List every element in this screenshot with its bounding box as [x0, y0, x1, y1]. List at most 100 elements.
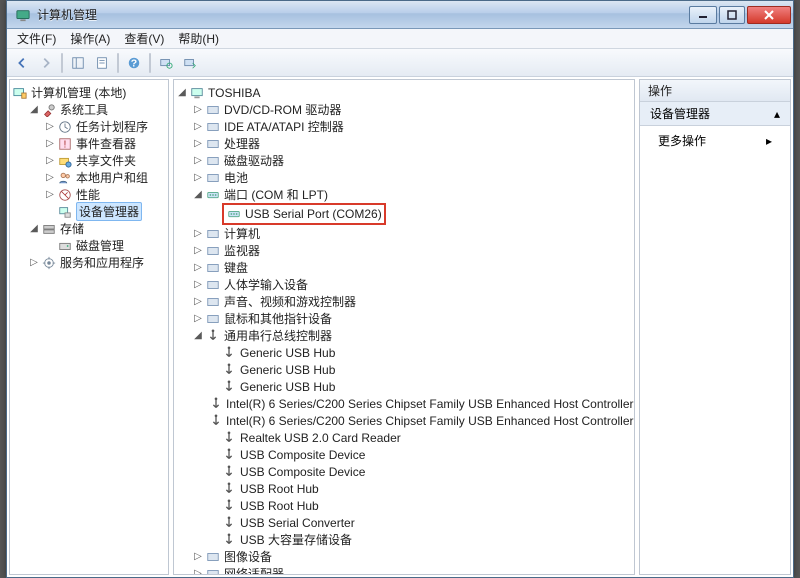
expand-icon[interactable]: ▷ [192, 138, 204, 150]
cat-computer[interactable]: ▷计算机 [192, 225, 632, 242]
show-tree-button[interactable] [67, 52, 89, 74]
collapse-arrow-icon[interactable]: ▴ [774, 107, 780, 121]
blank [208, 534, 220, 546]
usb-item-4[interactable]: Intel(R) 6 Series/C200 Series Chipset Fa… [208, 412, 632, 429]
expand-icon[interactable]: ▷ [28, 257, 40, 269]
cat-sound[interactable]: ▷声音、视频和游戏控制器 [192, 293, 632, 310]
blank [208, 466, 220, 478]
device-label: Generic USB Hub [240, 363, 335, 377]
titlebar[interactable]: 计算机管理 [7, 1, 793, 29]
device-label: USB Root Hub [240, 499, 319, 513]
menu-action[interactable]: 操作(A) [64, 28, 116, 49]
update-driver-button[interactable] [179, 52, 201, 74]
collapse-icon[interactable]: ◢ [176, 87, 188, 99]
cat-mouse[interactable]: ▷鼠标和其他指针设备 [192, 310, 632, 327]
usb-item-8[interactable]: USB Root Hub [208, 480, 632, 497]
scan-button[interactable] [155, 52, 177, 74]
cat-imaging[interactable]: ▷图像设备 [192, 548, 632, 565]
device-label: Realtek USB 2.0 Card Reader [240, 431, 401, 445]
toolbar-separator [61, 53, 63, 73]
properties-button[interactable] [91, 52, 113, 74]
cat-cpu[interactable]: ▷处理器 [192, 135, 632, 152]
usb-item-1[interactable]: Generic USB Hub [208, 361, 632, 378]
tree-disk-mgmt[interactable]: 磁盘管理 [44, 237, 166, 254]
tree-device-manager[interactable]: 设备管理器 [44, 203, 166, 220]
tree-services[interactable]: ▷服务和应用程序 [28, 254, 166, 271]
device-category-icon [221, 447, 237, 463]
tree-system-tools[interactable]: ◢ 系统工具 [28, 101, 166, 118]
expand-icon[interactable]: ▷ [44, 172, 56, 184]
usb-item-10[interactable]: USB Serial Converter [208, 514, 632, 531]
expand-icon[interactable]: ▷ [192, 121, 204, 133]
cat-hid[interactable]: ▷人体学输入设备 [192, 276, 632, 293]
collapse-icon[interactable]: ◢ [28, 223, 40, 235]
expand-icon[interactable]: ▷ [192, 172, 204, 184]
nav-back-button[interactable] [11, 52, 33, 74]
collapse-icon[interactable]: ◢ [192, 189, 204, 201]
tree-root[interactable]: 计算机管理 (本地) [12, 84, 166, 101]
expand-icon[interactable]: ▷ [44, 155, 56, 167]
device-root[interactable]: ◢TOSHIBA [176, 84, 632, 101]
expand-icon[interactable]: ▷ [192, 568, 204, 576]
cat-keyboard[interactable]: ▷键盘 [192, 259, 632, 276]
expand-icon[interactable]: ▷ [192, 279, 204, 291]
tree-storage[interactable]: ◢存储 [28, 220, 166, 237]
usb-item-3[interactable]: Intel(R) 6 Series/C200 Series Chipset Fa… [208, 395, 632, 412]
menu-file[interactable]: 文件(F) [11, 28, 62, 49]
device-category-icon [221, 481, 237, 497]
expand-icon[interactable]: ▷ [192, 551, 204, 563]
app-icon [15, 7, 31, 23]
tree-root-label: 计算机管理 (本地) [31, 84, 126, 101]
cat-dvd[interactable]: ▷DVD/CD-ROM 驱动器 [192, 101, 632, 118]
left-pane[interactable]: 计算机管理 (本地) ◢ 系统工具 ▷任务计划程序 ▷!事件查看器 [9, 79, 169, 575]
usb-item-0[interactable]: Generic USB Hub [208, 344, 632, 361]
device-category-icon [205, 243, 221, 259]
tree-performance[interactable]: ▷性能 [44, 186, 166, 203]
expand-icon[interactable]: ▷ [192, 262, 204, 274]
cat-ide[interactable]: ▷IDE ATA/ATAPI 控制器 [192, 118, 632, 135]
cat-monitor[interactable]: ▷监视器 [192, 242, 632, 259]
nav-forward-button[interactable] [35, 52, 57, 74]
device-label[interactable]: USB Serial Port (COM26) [245, 207, 382, 221]
center-pane[interactable]: ◢TOSHIBA ▷DVD/CD-ROM 驱动器▷IDE ATA/ATAPI 控… [173, 79, 635, 575]
actions-header: 操作 [640, 80, 790, 102]
tree-shared-folders[interactable]: ▷共享文件夹 [44, 152, 166, 169]
tree-event-viewer[interactable]: ▷!事件查看器 [44, 135, 166, 152]
cat-network[interactable]: ▷网络适配器 [192, 565, 632, 575]
disk-icon [57, 238, 73, 254]
tree-task-scheduler[interactable]: ▷任务计划程序 [44, 118, 166, 135]
menu-help[interactable]: 帮助(H) [172, 28, 225, 49]
tree-local-users[interactable]: ▷本地用户和组 [44, 169, 166, 186]
expand-icon[interactable]: ▷ [192, 104, 204, 116]
device-label: 端口 (COM 和 LPT) [224, 186, 328, 203]
minimize-button[interactable] [689, 6, 717, 24]
usb-item-11[interactable]: USB 大容量存储设备 [208, 531, 632, 548]
close-button[interactable] [747, 6, 791, 24]
tree-label: 事件查看器 [76, 135, 136, 152]
expand-icon[interactable]: ▷ [44, 121, 56, 133]
expand-icon[interactable]: ▷ [192, 228, 204, 240]
collapse-icon[interactable]: ◢ [192, 330, 204, 342]
actions-section[interactable]: 设备管理器 ▴ [640, 102, 790, 126]
actions-more[interactable]: 更多操作 ▸ [640, 126, 790, 155]
cat-ports[interactable]: ◢ 端口 (COM 和 LPT) [192, 186, 632, 203]
menu-view[interactable]: 查看(V) [118, 28, 170, 49]
expand-icon[interactable]: ▷ [192, 313, 204, 325]
cat-battery[interactable]: ▷电池 [192, 169, 632, 186]
cat-usb-controllers[interactable]: ◢通用串行总线控制器 [192, 327, 632, 344]
usb-item-9[interactable]: USB Root Hub [208, 497, 632, 514]
usb-item-5[interactable]: Realtek USB 2.0 Card Reader [208, 429, 632, 446]
maximize-button[interactable] [719, 6, 745, 24]
help-button[interactable]: ? [123, 52, 145, 74]
cat-diskdrv[interactable]: ▷磁盘驱动器 [192, 152, 632, 169]
expand-icon[interactable]: ▷ [192, 245, 204, 257]
expand-icon[interactable]: ▷ [44, 138, 56, 150]
usb-item-6[interactable]: USB Composite Device [208, 446, 632, 463]
expand-icon[interactable]: ▷ [44, 189, 56, 201]
expand-icon[interactable]: ▷ [192, 296, 204, 308]
blank [208, 483, 220, 495]
usb-item-2[interactable]: Generic USB Hub [208, 378, 632, 395]
collapse-icon[interactable]: ◢ [28, 104, 40, 116]
expand-icon[interactable]: ▷ [192, 155, 204, 167]
usb-item-7[interactable]: USB Composite Device [208, 463, 632, 480]
